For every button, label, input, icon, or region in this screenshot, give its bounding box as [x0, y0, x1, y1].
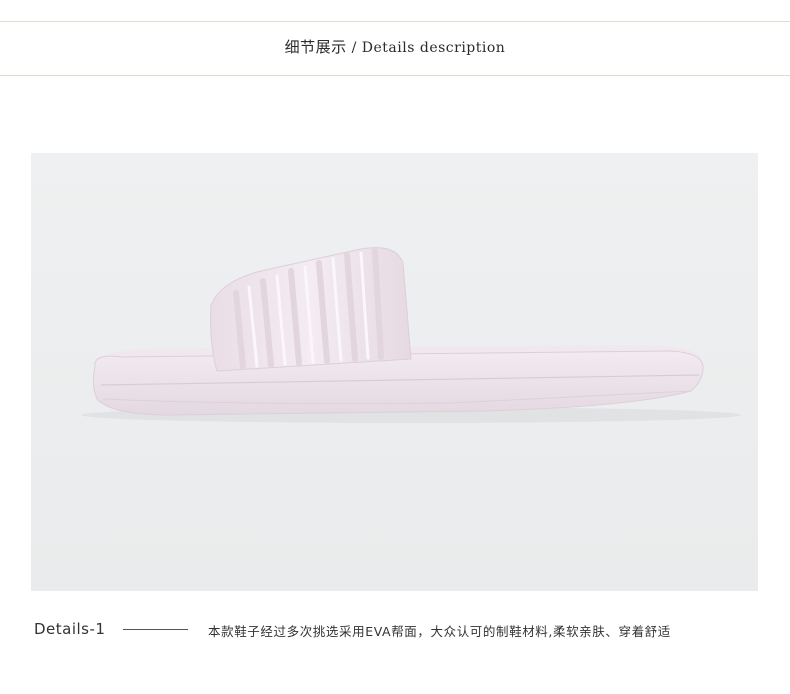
- slipper-image: [81, 247, 741, 423]
- caption-label: Details-1: [34, 620, 106, 638]
- caption-text: 本款鞋子经过多次挑选采用EVA帮面，大众认可的制鞋材料,柔软亲肤、穿着舒适: [208, 624, 671, 639]
- section-title-cn: 细节展示: [284, 38, 347, 56]
- product-photo: [31, 153, 758, 591]
- section-title-en: Details description: [361, 40, 506, 56]
- section-title: 细节展示 / Details description: [0, 36, 790, 57]
- header-bottom-divider: [0, 75, 790, 76]
- section-title-separator: /: [346, 40, 362, 56]
- top-divider: [0, 21, 790, 22]
- caption-divider: [123, 629, 188, 630]
